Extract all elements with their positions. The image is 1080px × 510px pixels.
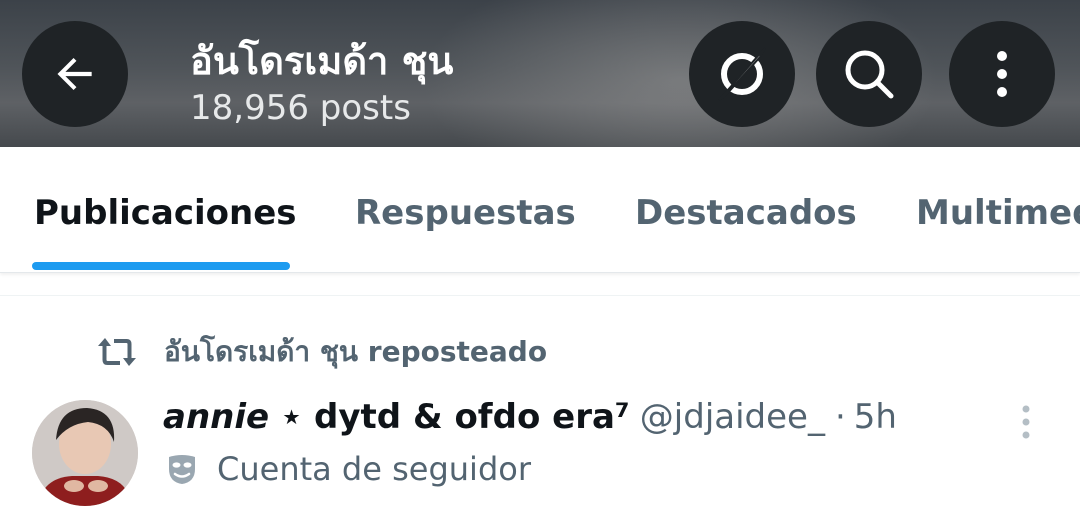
more-vertical-icon bbox=[1022, 405, 1030, 439]
profile-tabs: Publicaciones Respuestas Destacados Mult… bbox=[0, 147, 1080, 273]
display-name[interactable]: annie ⋆ dytd & ofdo era⁷ bbox=[163, 397, 630, 437]
account-label: Cuenta de seguidor bbox=[165, 450, 531, 488]
tab-publicaciones[interactable]: Publicaciones bbox=[34, 193, 297, 233]
tab-respuestas[interactable]: Respuestas bbox=[355, 193, 576, 233]
avatar-image bbox=[32, 400, 138, 506]
post-count: 18,956 posts bbox=[190, 88, 411, 128]
display-name-italic: annie bbox=[163, 397, 270, 437]
active-tab-indicator bbox=[32, 262, 290, 270]
tab-divider bbox=[0, 295, 1080, 296]
tab-multimedia[interactable]: Multimed bbox=[916, 193, 1080, 233]
grok-icon bbox=[718, 47, 766, 101]
profile-name: อันโดรเมด้า ชุน bbox=[190, 39, 454, 83]
back-button[interactable] bbox=[22, 21, 128, 127]
user-handle[interactable]: @jdjaidee_ bbox=[640, 397, 825, 437]
account-label-text: Cuenta de seguidor bbox=[217, 450, 531, 488]
display-name-rest: ⋆ dytd & ofdo era⁷ bbox=[269, 397, 630, 437]
repost-label: อันโดรเมด้า ชุน reposteado bbox=[164, 335, 548, 368]
post-time[interactable]: 5h bbox=[854, 397, 897, 437]
tab-destacados[interactable]: Destacados bbox=[635, 193, 857, 233]
grok-button[interactable] bbox=[689, 21, 795, 127]
more-options-button[interactable] bbox=[949, 21, 1055, 127]
separator-dot: · bbox=[834, 397, 846, 437]
repost-icon bbox=[98, 338, 136, 366]
search-button[interactable] bbox=[816, 21, 922, 127]
post-author-line: annie ⋆ dytd & ofdo era⁷ @jdjaidee_ · 5h bbox=[163, 397, 897, 437]
profile-header: อันโดรเมด้า ชุน 18,956 posts bbox=[0, 0, 1080, 147]
post-more-button[interactable] bbox=[1015, 404, 1037, 440]
more-vertical-icon bbox=[997, 51, 1007, 97]
search-icon bbox=[845, 50, 894, 99]
arrow-left-icon bbox=[57, 57, 92, 91]
theater-mask-icon bbox=[169, 455, 195, 484]
avatar[interactable] bbox=[32, 400, 138, 506]
repost-context: อันโดรเมด้า ชุน reposteado bbox=[96, 330, 547, 374]
